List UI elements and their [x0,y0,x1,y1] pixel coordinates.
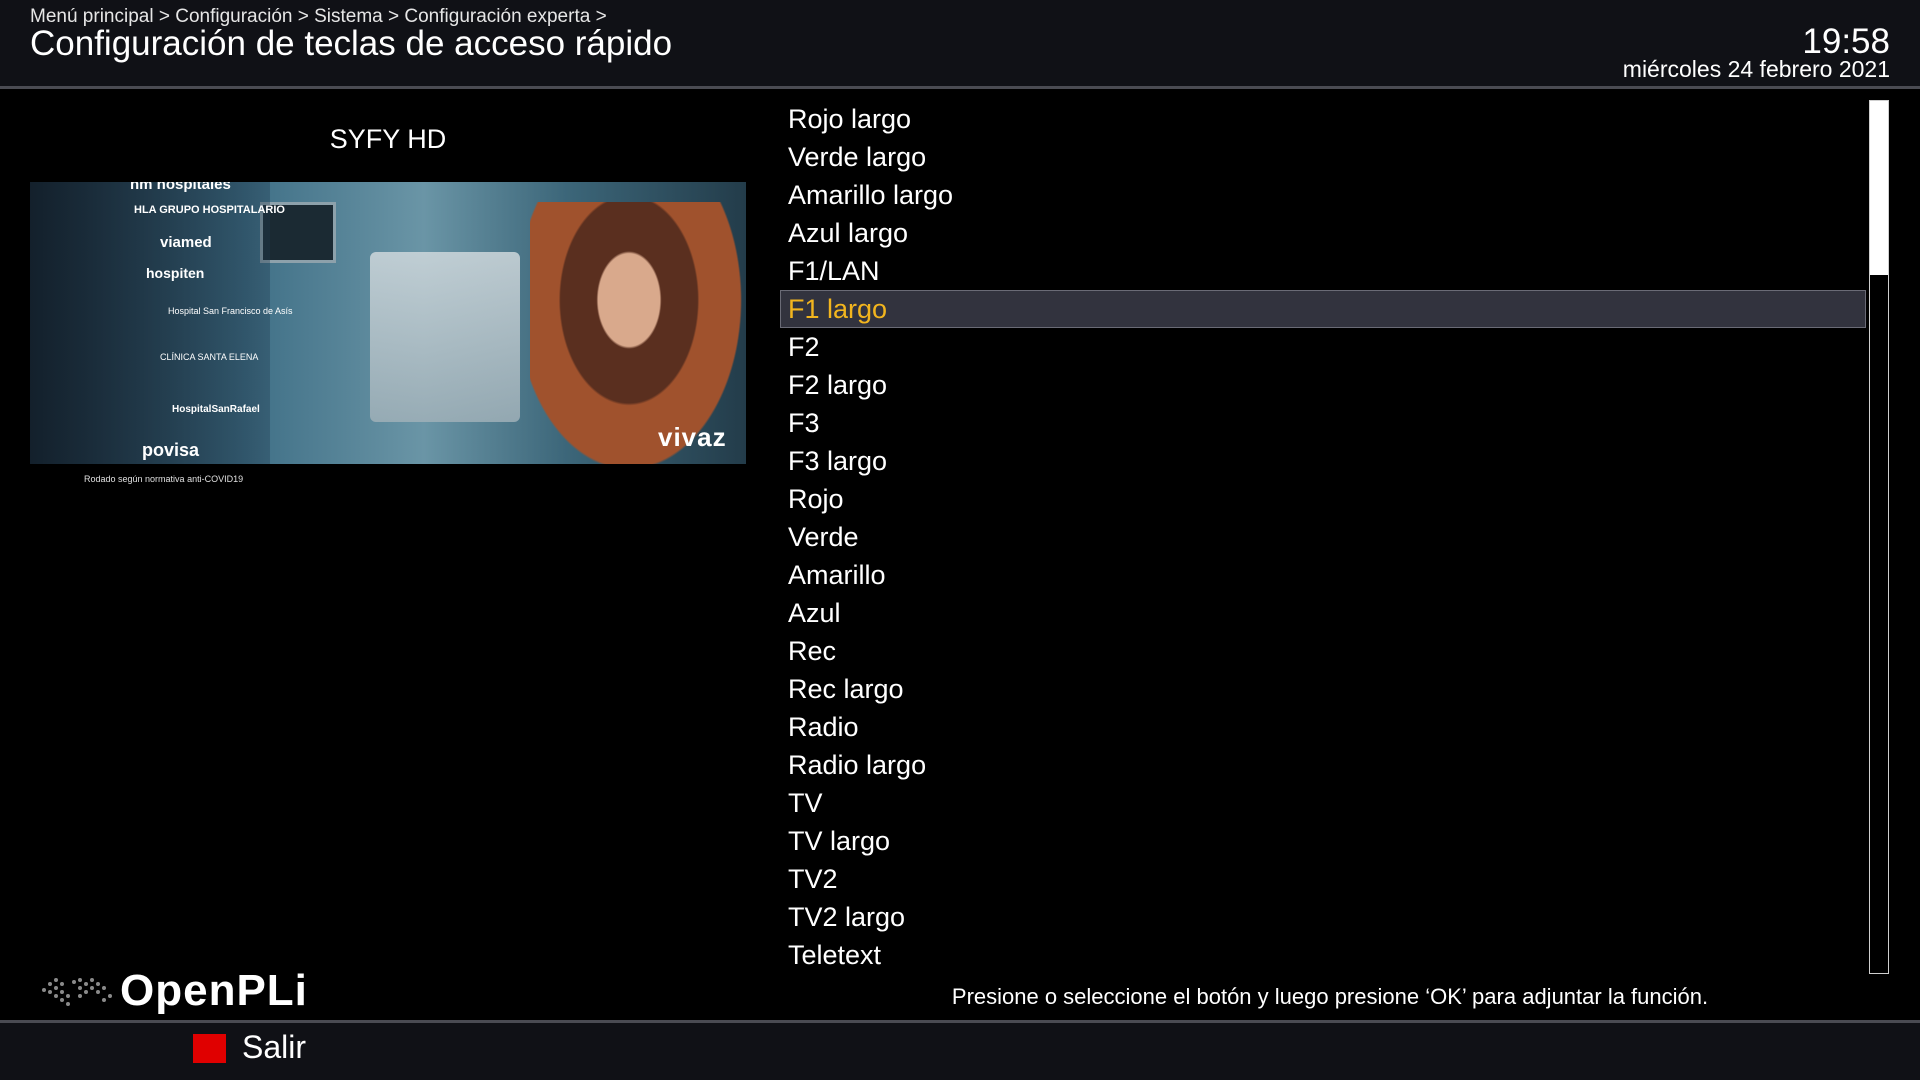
hotkey-item[interactable]: TV [780,784,1866,822]
scrollbar-thumb[interactable] [1870,101,1888,275]
sponsor-logo: Hospital San Francisco de Asís [168,306,293,316]
brand-name: OpenPLi [120,966,308,1015]
hotkey-item[interactable]: Rojo largo [780,100,1866,138]
hotkey-item[interactable]: Amarillo largo [780,176,1866,214]
hotkey-item[interactable]: F3 [780,404,1866,442]
preview-sponsor-panel [30,182,270,464]
hotkey-item[interactable]: TV largo [780,822,1866,860]
hotkey-item[interactable]: Azul [780,594,1866,632]
world-map-icon [42,978,112,1006]
vivaz-logo: vivaz [658,422,727,452]
sponsor-logo: hospiten [146,265,205,281]
sponsor-logo: hm hospitales [130,182,231,193]
tv-preview: hm hospitales HLA GRUPO HOSPITALARIO via… [30,182,746,464]
hotkey-item[interactable]: F1/LAN [780,252,1866,290]
header-bar: Menú principal > Configuración > Sistema… [0,0,1920,86]
red-key-icon[interactable] [193,1034,226,1063]
exit-button-label[interactable]: Salir [242,1029,306,1066]
sponsor-logo: CLÍNICA SANTA ELENA [160,352,259,362]
hotkey-item[interactable]: Rec [780,632,1866,670]
sponsor-logo: povisa [142,440,200,460]
hotkey-list[interactable]: Rojo largo Verde largo Amarillo largo Azul … [780,100,1866,974]
hotkey-item[interactable]: F2 [780,328,1866,366]
header-divider [0,86,1920,89]
hotkey-item[interactable]: F2 largo [780,366,1866,404]
hotkey-item[interactable]: Verde largo [780,138,1866,176]
hotkey-item[interactable]: TV2 largo [780,898,1866,936]
hotkey-item[interactable]: Radio [780,708,1866,746]
preview-note: Rodado según normativa anti-COVID19 [84,474,244,484]
channel-name: SYFY HD [329,124,447,154]
hotkey-item[interactable]: Radio largo [780,746,1866,784]
hotkey-item[interactable]: Rojo [780,480,1866,518]
sponsor-logo: viamed [160,234,212,251]
scrollbar[interactable] [1869,100,1889,974]
openpli-logo: OpenPLi [36,966,326,1018]
date: miércoles 24 febrero 2021 [1622,56,1890,82]
page-title: Configuración de teclas de acceso rápido [30,24,673,63]
hotkey-item[interactable]: TV2 [780,860,1866,898]
preview-scene-machine [370,252,520,422]
hotkey-item[interactable]: F1 largo [780,290,1866,328]
screen: Menú principal > Configuración > Sistema… [0,0,1920,1080]
hotkey-item[interactable]: Amarillo [780,556,1866,594]
hotkey-item[interactable]: Teletext [780,936,1866,974]
hotkey-item[interactable]: F3 largo [780,442,1866,480]
sponsor-logo: HLA GRUPO HOSPITALARIO [134,204,285,216]
hotkey-item[interactable]: Rec largo [780,670,1866,708]
help-text: Presione o seleccione el botón y luego p… [951,984,1709,1009]
sponsor-logo: HospitalSanRafael [172,404,260,415]
hotkey-item[interactable]: Azul largo [780,214,1866,252]
hotkey-item[interactable]: Verde [780,518,1866,556]
